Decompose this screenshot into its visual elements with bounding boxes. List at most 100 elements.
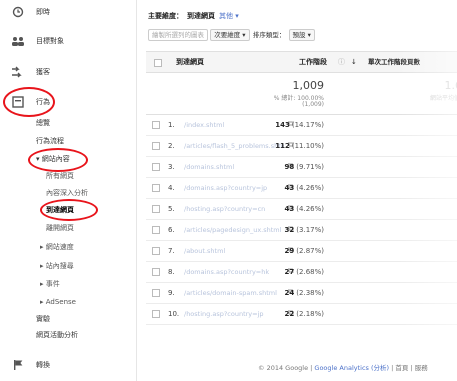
row-landing-page-link[interactable]: /domains.asp?country=jp xyxy=(184,184,284,192)
row-sessions-value: 27 xyxy=(284,268,295,276)
col-sessions[interactable]: 工作階段 xyxy=(299,52,327,73)
row-sessions-pct: (2.18%) xyxy=(296,310,324,318)
nav-audience[interactable]: 目標對象 xyxy=(0,31,137,51)
nav-realtime-label: 即時 xyxy=(36,8,50,16)
row-sessions-value: 43 xyxy=(284,184,295,192)
row-sessions-value: 143 xyxy=(275,121,290,129)
row-checkbox[interactable] xyxy=(152,226,160,234)
row-sessions: 29 (2.87%) xyxy=(285,247,324,255)
plot-rows-button[interactable]: 繪製所選列的圖表 xyxy=(148,29,208,41)
row-checkbox[interactable] xyxy=(152,184,160,192)
row-sessions-pct: (2.87%) xyxy=(296,247,324,255)
row-landing-page-link[interactable]: /about.shtml xyxy=(184,247,284,255)
nav-site-speed[interactable]: ▸ 網站速度 xyxy=(40,243,74,252)
table-toolbar: 繪製所選列的圖表 次要維度 ▾ 排序類型： 預設 ▾ xyxy=(148,29,315,41)
totals-sessions-abs: (1,009) xyxy=(302,101,324,108)
nav-adsense[interactable]: ▸ AdSense xyxy=(40,298,76,307)
table-row[interactable]: 9./articles/domain-spam.shtml ⧉ 24 (2.38%) xyxy=(146,283,457,304)
row-checkbox[interactable] xyxy=(152,268,160,276)
nav-experiments[interactable]: 實驗 xyxy=(36,315,50,324)
row-landing-page-link[interactable]: /index.shtml xyxy=(184,121,284,129)
nav-all-pages[interactable]: 所有網頁 xyxy=(46,172,74,181)
nav-behavior-overview[interactable]: 總覽 xyxy=(36,119,50,128)
nav-events[interactable]: ▸ 事件 xyxy=(40,280,60,289)
totals-pages-per-session: 1.6 xyxy=(444,79,457,92)
row-sessions-value: 32 xyxy=(284,226,295,234)
footer-copyright: © 2014 Google | xyxy=(258,364,315,372)
secondary-dimension-select[interactable]: 次要維度 ▾ xyxy=(210,29,250,41)
sort-desc-icon[interactable]: ↓ xyxy=(351,52,357,73)
row-sessions: 112 (11.10%) xyxy=(275,142,324,150)
row-landing-page-link[interactable]: /domains.shtml xyxy=(184,163,284,171)
primary-dimension-row: 主要維度： 到達網頁 其他 ▾ xyxy=(148,11,239,21)
nav-behavior[interactable]: 行為 xyxy=(0,92,137,112)
footer-rest[interactable]: | 首頁 | 服務 xyxy=(389,364,428,372)
row-sessions: 143 (14.17%) xyxy=(275,121,324,129)
nav-realtime[interactable]: 即時 xyxy=(0,2,137,22)
sort-type-select[interactable]: 預設 ▾ xyxy=(288,29,315,41)
table-row[interactable]: 2./articles/flash_5_problems.shtml ⧉ 112 (1… xyxy=(146,136,457,157)
row-number: 7. xyxy=(168,247,175,255)
sidebar: 即時 目標對象 獲客 行為 總覽 行為流程 ▾ 網站內容 所有網頁 內容深入分析… xyxy=(0,0,137,381)
row-sessions: 43 (4.26%) xyxy=(285,184,324,192)
table-row[interactable]: 1./index.shtml ⧉ 143 (14.17%) xyxy=(146,115,457,136)
row-sessions-value: 22 xyxy=(284,310,295,318)
row-landing-page-link[interactable]: /articles/pagedesign_ux.shtml xyxy=(184,226,284,234)
totals-sessions: 1,009 xyxy=(292,79,325,92)
row-landing-page-link[interactable]: /articles/flash_5_problems.shtml xyxy=(184,142,284,150)
nav-exit-pages[interactable]: 離開網頁 xyxy=(46,224,74,233)
table-row[interactable]: 7./about.shtml ⧉ 29 (2.87%) xyxy=(146,241,457,262)
table-row[interactable]: 10./hosting.asp?country=jp ⧉ 22 (2.18%) xyxy=(146,304,457,325)
row-sessions-pct: (11.10%) xyxy=(291,142,324,150)
row-sessions-value: 112 xyxy=(275,142,290,150)
row-sessions-pct: (4.26%) xyxy=(296,184,324,192)
nav-in-page-analytics[interactable]: 網頁活動分析 xyxy=(36,331,78,340)
table-row[interactable]: 3./domains.shtml ⧉ 98 (9.71%) xyxy=(146,157,457,178)
table-row[interactable]: 6./articles/pagedesign_ux.shtml ⧉ 32 (3.17%… xyxy=(146,220,457,241)
row-sessions-pct: (9.71%) xyxy=(296,163,324,171)
row-number: 2. xyxy=(168,142,175,150)
table-row[interactable]: 5./hosting.asp?country=cn ⧉ 43 (4.26%) xyxy=(146,199,457,220)
row-landing-page-link[interactable]: /hosting.asp?country=cn xyxy=(184,205,284,213)
col-landing-page[interactable]: 到達網頁 xyxy=(176,52,204,73)
nav-site-content[interactable]: ▾ 網站內容 xyxy=(36,155,70,164)
row-sessions-pct: (2.38%) xyxy=(296,289,324,297)
info-icon: ⓘ xyxy=(338,58,345,66)
acquisition-icon xyxy=(10,64,26,80)
nav-behavior-label: 行為 xyxy=(36,98,50,106)
row-landing-page-link[interactable]: /articles/domain-spam.shtml xyxy=(184,289,284,297)
select-all-checkbox[interactable] xyxy=(154,59,162,67)
row-checkbox[interactable] xyxy=(152,247,160,255)
nav-behavior-flow[interactable]: 行為流程 xyxy=(36,137,64,146)
table-row[interactable]: 8./domains.asp?country=hk ⧉ 27 (2.68%) xyxy=(146,262,457,283)
report-main: 主要維度： 到達網頁 其他 ▾ 繪製所選列的圖表 次要維度 ▾ 排序類型： 預設 ▾… xyxy=(138,0,457,381)
footer-ga-link[interactable]: Google Analytics (分析) xyxy=(314,364,389,372)
row-checkbox[interactable] xyxy=(152,121,160,129)
row-sessions-pct: (4.26%) xyxy=(296,205,324,213)
row-sessions: 32 (3.17%) xyxy=(285,226,324,234)
nav-landing-pages[interactable]: 到達網頁 xyxy=(46,206,74,215)
nav-site-search[interactable]: ▸ 站內搜尋 xyxy=(40,262,74,271)
row-sessions-pct: (2.68%) xyxy=(296,268,324,276)
row-checkbox[interactable] xyxy=(152,289,160,297)
nav-conversions[interactable]: 轉換 xyxy=(0,355,137,375)
primary-dimension-current[interactable]: 到達網頁 xyxy=(187,12,215,20)
row-number: 3. xyxy=(168,163,175,171)
nav-content-drilldown[interactable]: 內容深入分析 xyxy=(46,189,88,198)
behavior-icon xyxy=(10,94,26,110)
row-sessions: 98 (9.71%) xyxy=(285,163,324,171)
row-checkbox[interactable] xyxy=(152,205,160,213)
col-pages-per-session[interactable]: 單次工作階段頁數 xyxy=(368,52,420,73)
landing-pages-table: 到達網頁 工作階段 ⓘ ↓ 單次工作階段頁數 1,009 % 總計: 100.0… xyxy=(146,51,457,325)
row-checkbox[interactable] xyxy=(152,142,160,150)
table-row[interactable]: 4./domains.asp?country=jp ⧉ 43 (4.26%) xyxy=(146,178,457,199)
nav-acquisition[interactable]: 獲客 xyxy=(0,62,137,82)
row-checkbox[interactable] xyxy=(152,163,160,171)
row-landing-page-link[interactable]: /hosting.asp?country=jp xyxy=(184,310,284,318)
primary-dimension-other[interactable]: 其他 ▾ xyxy=(219,12,239,20)
nav-conversions-label: 轉換 xyxy=(36,361,50,369)
row-checkbox[interactable] xyxy=(152,310,160,318)
row-sessions-value: 29 xyxy=(284,247,295,255)
row-landing-page-link[interactable]: /domains.asp?country=hk xyxy=(184,268,284,276)
row-sessions-value: 43 xyxy=(284,205,295,213)
